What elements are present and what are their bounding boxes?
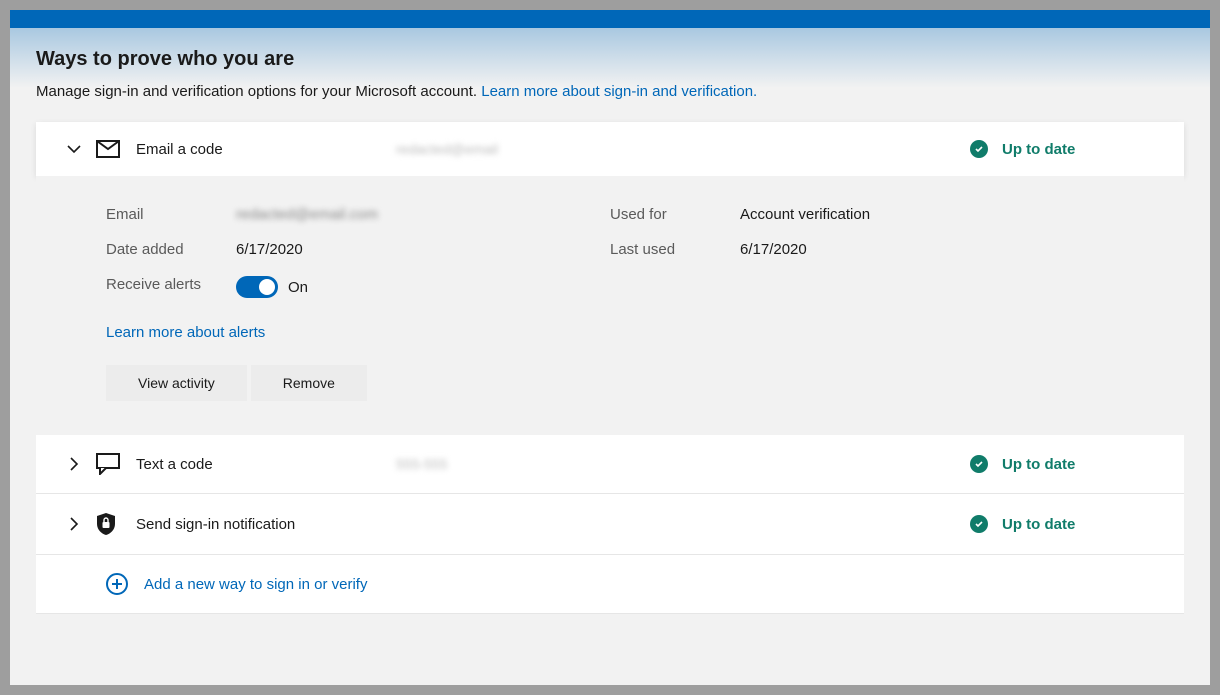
receive-alerts-label: Receive alerts <box>106 276 236 298</box>
email-value: redacted@email.com <box>236 206 610 223</box>
security-settings-window: Ways to prove who you are Manage sign-in… <box>10 10 1210 685</box>
method-email-panel: Email a code redacted@email Up to date <box>36 122 1184 176</box>
chevron-right-icon <box>60 517 88 531</box>
check-icon <box>970 515 988 533</box>
subtitle-text: Manage sign-in and verification options … <box>36 83 481 100</box>
status-text: Up to date <box>1002 141 1075 158</box>
add-method-panel: Add a new way to sign in or verify <box>36 555 1184 614</box>
top-blue-bar <box>10 10 1210 28</box>
check-icon <box>970 140 988 158</box>
remove-button[interactable]: Remove <box>251 365 367 401</box>
last-used-label: Last used <box>610 241 740 258</box>
view-activity-button[interactable]: View activity <box>106 365 247 401</box>
last-used-value: 6/17/2020 <box>740 241 1114 258</box>
method-text-panel: Text a code 555-555 Up to date <box>36 435 1184 494</box>
page-subtitle: Manage sign-in and verification options … <box>36 83 1184 100</box>
method-email-title: Email a code <box>136 141 396 158</box>
check-icon <box>970 455 988 473</box>
method-text-header[interactable]: Text a code 555-555 Up to date <box>36 435 1184 493</box>
status-text: Up to date <box>1002 516 1075 533</box>
chevron-down-icon <box>60 142 88 156</box>
method-email-header[interactable]: Email a code redacted@email Up to date <box>36 122 1184 176</box>
email-label: Email <box>106 206 236 223</box>
receive-alerts-state: On <box>288 279 308 296</box>
receive-alerts-row: On <box>236 276 610 298</box>
status-text: Up to date <box>1002 456 1075 473</box>
chevron-right-icon <box>60 457 88 471</box>
method-email-status: Up to date <box>970 140 1160 158</box>
method-notification-status: Up to date <box>970 515 1160 533</box>
content-area: Ways to prove who you are Manage sign-in… <box>10 48 1210 614</box>
method-notification-header[interactable]: Send sign-in notification Up to date <box>36 494 1184 554</box>
used-for-label: Used for <box>610 206 740 223</box>
chat-icon <box>96 453 132 475</box>
method-notification-title: Send sign-in notification <box>136 516 396 533</box>
button-row: View activity Remove <box>106 365 1114 401</box>
receive-alerts-toggle[interactable] <box>236 276 278 298</box>
method-email-detail: redacted@email <box>396 141 970 157</box>
date-added-value: 6/17/2020 <box>236 241 610 258</box>
used-for-value: Account verification <box>740 206 1114 223</box>
learn-more-link[interactable]: Learn more about sign-in and verificatio… <box>481 83 757 100</box>
add-method-row[interactable]: Add a new way to sign in or verify <box>36 555 1184 613</box>
method-text-title: Text a code <box>136 456 396 473</box>
plus-circle-icon <box>106 573 128 595</box>
learn-more-alerts-link[interactable]: Learn more about alerts <box>106 324 265 341</box>
details-grid: Email redacted@email.com Used for Accoun… <box>106 206 1114 298</box>
date-added-label: Date added <box>106 241 236 258</box>
method-text-detail: 555-555 <box>396 456 970 472</box>
lock-shield-icon <box>96 512 132 536</box>
envelope-icon <box>96 140 132 158</box>
method-text-status: Up to date <box>970 455 1160 473</box>
add-method-text: Add a new way to sign in or verify <box>144 576 367 593</box>
method-notification-panel: Send sign-in notification Up to date <box>36 494 1184 555</box>
toggle-knob <box>259 279 275 295</box>
page-title: Ways to prove who you are <box>36 48 1184 71</box>
method-email-body: Email redacted@email.com Used for Accoun… <box>36 176 1184 431</box>
